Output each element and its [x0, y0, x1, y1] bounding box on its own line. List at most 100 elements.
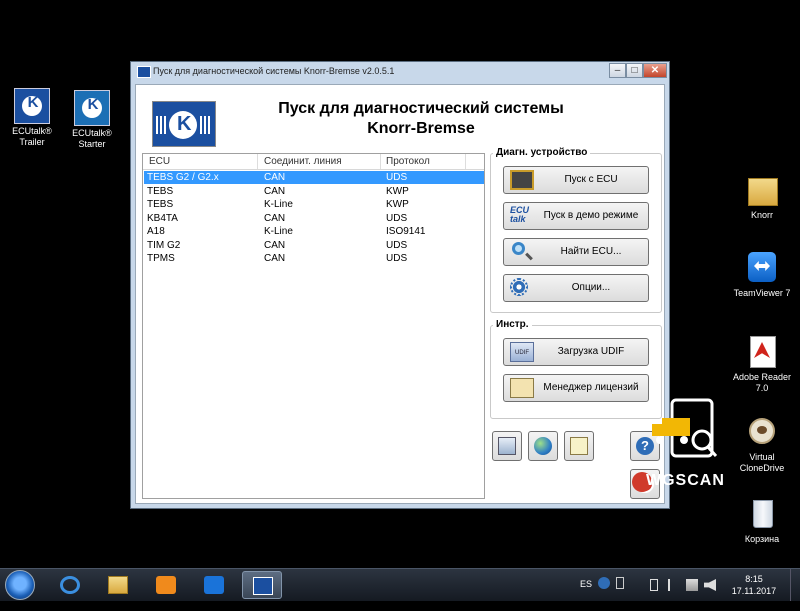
- button-label: Найти ECU...: [560, 246, 622, 257]
- protocol-cell: ISO9141: [386, 226, 426, 237]
- desktop-icon-recycle-bin[interactable]: Корзина: [730, 496, 794, 545]
- flag-icon[interactable]: [668, 579, 678, 591]
- protocol-cell: UDS: [386, 253, 408, 264]
- table-row[interactable]: TEBS CAN KWP: [144, 185, 484, 198]
- tray-expand-icon[interactable]: [616, 577, 624, 589]
- connection-cell: K-Line: [264, 199, 293, 210]
- ecutalk-trailer-icon: K: [14, 88, 50, 124]
- taskbar-ie[interactable]: [50, 571, 90, 599]
- clipboard-icon: [510, 378, 534, 398]
- udif-icon: UDIF: [510, 342, 534, 362]
- desktop-icon-label: Knorr: [750, 210, 773, 220]
- gears-icon: [510, 278, 528, 296]
- table-row[interactable]: TIM G2 CAN UDS: [144, 239, 484, 252]
- chip-icon: [510, 170, 534, 190]
- network-icon[interactable]: [686, 579, 698, 591]
- clock[interactable]: 8:15 17.11.2017: [722, 573, 786, 597]
- protocol-cell: UDS: [386, 239, 408, 251]
- battery-icon[interactable]: [650, 579, 658, 591]
- desktop-icon-label: Adobe Reader 7.0: [732, 372, 792, 393]
- watermark: WGSCAN: [628, 396, 740, 496]
- close-button[interactable]: ✕: [643, 63, 667, 78]
- notes-button[interactable]: [564, 431, 594, 461]
- desktop-icon-ecutalk-starter[interactable]: K ECUtalk® Starter: [60, 90, 124, 150]
- notepad-icon: [570, 437, 588, 455]
- desktop-icon-adobe-reader[interactable]: Adobe Reader 7.0: [730, 334, 794, 394]
- start-with-ecu-button[interactable]: Пуск с ECU: [503, 166, 649, 194]
- heading-line-1: Пуск для диагностический системы: [278, 100, 564, 117]
- button-label: Пуск с ECU: [564, 174, 618, 185]
- table-row[interactable]: TEBS K-Line KWP: [144, 198, 484, 211]
- taskbar-teamviewer[interactable]: [194, 571, 234, 599]
- window-title: Пуск для диагностической системы Knorr-B…: [153, 66, 395, 76]
- protocol-cell: KWP: [386, 199, 409, 210]
- watermark-text: WGSCAN: [646, 472, 725, 489]
- folder-icon: [744, 172, 780, 208]
- ecutalk-starter-icon: K: [74, 90, 110, 126]
- taskbar-media-player[interactable]: [146, 571, 186, 599]
- connection-cell: CAN: [264, 253, 286, 264]
- diag-device-group-title: Диагн. устройство: [493, 147, 591, 158]
- button-label: Пуск в демо режиме: [543, 210, 639, 221]
- volume-icon[interactable]: [704, 579, 716, 591]
- diag-device-group: Диагн. устройство Пуск с ECU ECU talk Пу…: [490, 147, 662, 313]
- desktop-icon-label: ECUtalk® Trailer: [12, 126, 52, 147]
- recycle-bin-icon: [744, 496, 780, 532]
- ecu-cell: TEBS G2 / G2.x: [147, 172, 219, 183]
- taskbar-explorer[interactable]: [98, 571, 138, 599]
- ecutalk-icon: ECU talk: [510, 205, 530, 224]
- knorr-bremse-icon: [253, 577, 273, 595]
- desktop-icon-ecutalk-trailer[interactable]: K ECUtalk® Trailer: [0, 88, 64, 148]
- load-udif-button[interactable]: UDIF Загрузка UDIF: [503, 338, 649, 366]
- find-ecu-button[interactable]: Найти ECU...: [503, 238, 649, 266]
- ecu-list[interactable]: ECU Соединит. линия Протокол TEBS G2 / G…: [142, 153, 485, 499]
- button-label: Загрузка UDIF: [557, 346, 625, 357]
- table-row[interactable]: A18 K-Line ISO9141: [144, 225, 484, 238]
- desktop-icon-label: TeamViewer 7: [733, 288, 791, 298]
- protocol-cell: UDS: [386, 212, 408, 224]
- start-button[interactable]: [5, 570, 35, 600]
- protocol-cell: UDS: [386, 172, 408, 183]
- protocol-cell: KWP: [386, 185, 409, 197]
- column-protocol[interactable]: Протокол: [386, 156, 430, 167]
- clock-time: 8:15: [745, 574, 763, 584]
- language-indicator[interactable]: ES: [580, 579, 592, 611]
- connection-cell: K-Line: [264, 226, 293, 237]
- ecu-cell: TEBS: [147, 185, 174, 197]
- taskbar-knorr-bremse[interactable]: [242, 571, 282, 599]
- table-row[interactable]: TEBS G2 / G2.x CAN UDS: [144, 171, 484, 184]
- clock-date: 17.11.2017: [731, 586, 777, 596]
- title-bar[interactable]: Пуск для диагностической системы Knorr-B…: [131, 62, 669, 82]
- globe-icon: [534, 437, 552, 455]
- table-row[interactable]: KB4TA CAN UDS: [144, 212, 484, 225]
- heading-line-2: Knorr-Bremse: [367, 120, 475, 137]
- button-label: Менеджер лицензий: [543, 382, 639, 393]
- help-tray-icon[interactable]: [598, 577, 610, 589]
- ecu-cell: TEBS: [147, 199, 174, 210]
- explorer-folder-icon: [108, 576, 128, 594]
- minimize-button[interactable]: –: [609, 63, 626, 78]
- start-demo-mode-button[interactable]: ECU talk Пуск в демо режиме: [503, 202, 649, 230]
- desktop-icon-knorr-folder[interactable]: Knorr: [730, 172, 794, 221]
- teamviewer-icon: [744, 250, 780, 286]
- knorr-bremse-launcher-window: Пуск для диагностической системы Knorr-B…: [130, 61, 670, 509]
- show-desktop-button[interactable]: [790, 569, 800, 601]
- ecu-cell: A18: [147, 226, 165, 237]
- connection-cell: CAN: [264, 212, 286, 224]
- media-player-icon: [156, 576, 176, 594]
- network-devices-button[interactable]: [492, 431, 522, 461]
- maximize-button[interactable]: □: [626, 63, 643, 78]
- ecu-cell: KB4TA: [147, 212, 178, 224]
- connection-cell: CAN: [264, 185, 286, 197]
- column-connection-line[interactable]: Соединит. линия: [264, 156, 342, 167]
- network-devices-icon: [498, 437, 516, 455]
- app-icon: [137, 66, 151, 78]
- options-button[interactable]: Опции...: [503, 274, 649, 302]
- column-ecu[interactable]: ECU: [149, 156, 170, 167]
- ecu-cell: TIM G2: [147, 239, 181, 251]
- web-button[interactable]: [528, 431, 558, 461]
- desktop-icon-teamviewer[interactable]: TeamViewer 7: [730, 250, 794, 299]
- table-row[interactable]: TPMS CAN UDS: [144, 252, 484, 265]
- window-client-area: K Пуск для диагностический системы Knorr…: [135, 84, 665, 504]
- magnifier-icon: [512, 242, 525, 255]
